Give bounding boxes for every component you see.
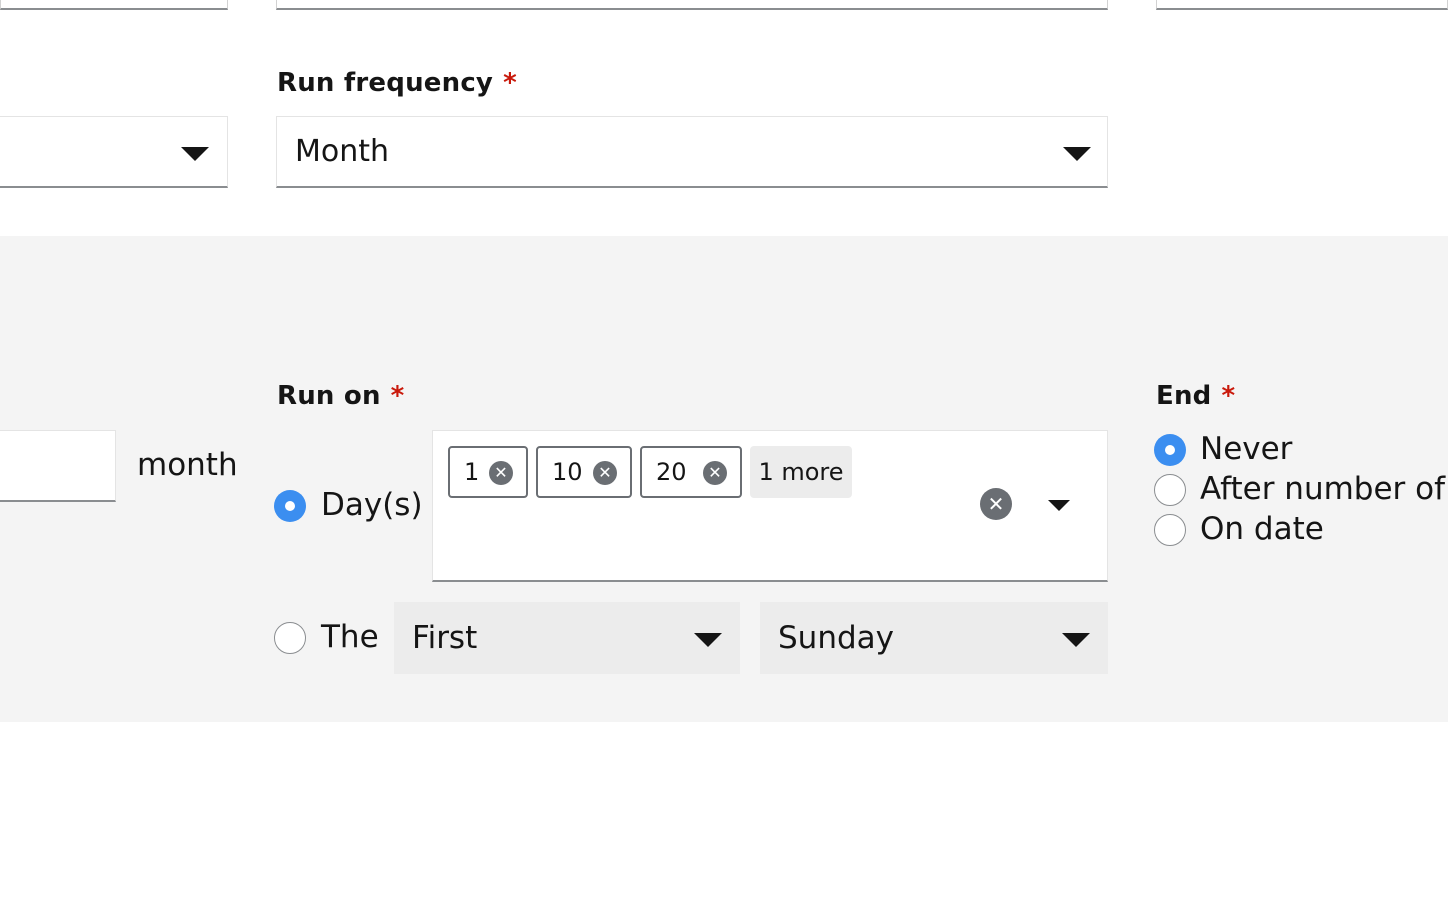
day-chip: 10 ✕	[536, 446, 632, 498]
day-chip: 1 ✕	[448, 446, 528, 498]
days-radio-label: Day(s)	[321, 487, 423, 523]
run-frequency-label: Run frequency *	[277, 68, 517, 98]
the-radio[interactable]	[274, 622, 306, 654]
chevron-down-icon	[1063, 147, 1091, 161]
required-marker: *	[503, 68, 517, 98]
chevron-down-icon	[694, 633, 722, 647]
run-frequency-value: Month	[295, 134, 390, 169]
day-chip-label: 20	[656, 458, 687, 486]
end-after-count-radio[interactable]	[1154, 474, 1186, 506]
run-frequency-select[interactable]: Month	[276, 116, 1108, 188]
top-right-field-edge[interactable]	[1156, 0, 1448, 10]
ordinal-select[interactable]: First	[394, 602, 740, 674]
remove-chip-icon[interactable]: ✕	[703, 461, 727, 485]
run-on-label: Run on *	[277, 381, 405, 411]
end-label: End *	[1156, 381, 1236, 411]
interval-input[interactable]	[0, 430, 116, 502]
weekday-select[interactable]: Sunday	[760, 602, 1108, 674]
end-never-radio[interactable]	[1154, 434, 1186, 466]
end-on-date-label: On date	[1200, 511, 1324, 547]
chevron-down-icon	[1062, 633, 1090, 647]
top-middle-field-edge[interactable]	[276, 0, 1108, 10]
clear-all-icon[interactable]: ✕	[980, 488, 1012, 520]
day-chip-label: 1	[464, 458, 480, 486]
chevron-down-icon[interactable]	[1048, 500, 1070, 511]
more-chips-button[interactable]: 1 more	[750, 446, 852, 498]
day-chip-label: 10	[552, 458, 583, 486]
end-after-count-label: After number of o	[1200, 471, 1448, 507]
interval-unit-label: month	[137, 447, 238, 483]
remove-chip-icon[interactable]: ✕	[593, 461, 617, 485]
end-never-label: Never	[1200, 431, 1293, 467]
left-partial-select[interactable]	[0, 116, 228, 188]
the-radio-label: The	[321, 619, 379, 655]
remove-chip-icon[interactable]: ✕	[489, 461, 513, 485]
weekday-value: Sunday	[778, 620, 894, 656]
top-left-field-edge[interactable]	[0, 0, 228, 10]
required-marker: *	[390, 381, 405, 411]
day-chip: 20 ✕	[640, 446, 742, 498]
chevron-down-icon	[181, 147, 209, 161]
required-marker: *	[1221, 381, 1236, 411]
end-on-date-radio[interactable]	[1154, 514, 1186, 546]
ordinal-value: First	[412, 620, 478, 656]
days-radio[interactable]	[274, 490, 306, 522]
